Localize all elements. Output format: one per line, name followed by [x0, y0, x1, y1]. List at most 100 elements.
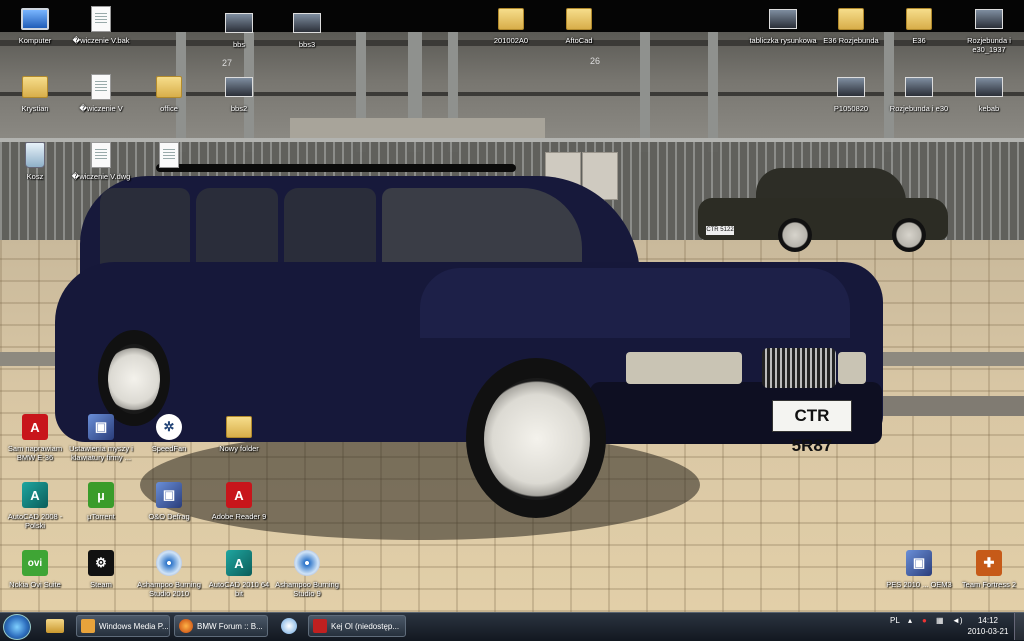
desktop-icon-label: Rozjebunda i e30_1937: [967, 36, 1011, 54]
desktop-icon-rozjebunda-e30[interactable]: Rozjebunda i e30: [884, 72, 954, 113]
desktop-icon-label: Ustawienia myszy i klawiatury firmy ...: [69, 444, 133, 462]
desktop-icon-utorrent[interactable]: µ µTorrent: [66, 480, 136, 521]
desktop-icon-label: bbs: [232, 40, 246, 49]
background-car-roof: [756, 168, 906, 202]
desktop-icon-autocad-2010[interactable]: A AutoCAD 2010 64 bit: [204, 548, 274, 598]
desktop-icon-e36[interactable]: E36: [884, 4, 954, 45]
desktop-icon-sam-naprawiam[interactable]: A Sam naprawiam BMW E-36: [0, 412, 70, 462]
stand-number: 27: [222, 58, 233, 68]
folder-icon: [836, 4, 866, 34]
pdf-icon: A: [20, 412, 50, 442]
desktop-icon-steam[interactable]: ⚙ Steam: [66, 548, 136, 589]
network-icon[interactable]: ▦: [936, 616, 944, 625]
desktop-icon-label: O&O Defrag: [148, 512, 190, 521]
desktop-icon-label: Nokia Ovi Suite: [9, 580, 61, 589]
desktop-icon-bbs[interactable]: bbs: [204, 8, 274, 49]
desktop-icon-o-o-defrag[interactable]: ▣ O&O Defrag: [134, 480, 204, 521]
background-car-plate: CTR 5122: [706, 226, 734, 235]
start-button[interactable]: [3, 614, 31, 640]
desktop-icon-cwiczenie-v[interactable]: �wiczenie V: [66, 72, 136, 113]
fan-icon: ✲: [154, 412, 184, 442]
desktop-icon-office[interactable]: office: [134, 72, 204, 113]
desktop-icon-label: Ashampoo Burning Studio 2010: [137, 580, 201, 598]
desktop-icon-label: AftoCad: [565, 36, 593, 45]
explorer-pin-icon[interactable]: [44, 616, 66, 636]
desktop-icon-kosz[interactable]: Kosz: [0, 140, 70, 181]
desktop-icon-komputer[interactable]: Komputer: [0, 4, 70, 45]
clock-date: 2010-03-21: [967, 627, 1009, 636]
desktop-icon-bbs3[interactable]: bbs3: [272, 8, 342, 49]
desktop-icon-label: SpeedFan: [151, 444, 187, 453]
desktop-icon-label: Komputer: [18, 36, 52, 45]
tray-app-icon[interactable]: ●: [922, 616, 927, 625]
desktop-icon-krystian[interactable]: Krystian: [0, 72, 70, 113]
desktop-icon-ashampoo-2010[interactable]: Ashampoo Burning Studio 2010: [134, 548, 204, 598]
taskbar-window-messenger[interactable]: Kej Ol (niedostęp...: [308, 615, 406, 637]
folder-icon: [20, 72, 50, 102]
ovi-icon: ovi: [20, 548, 50, 578]
disc-icon: [292, 548, 322, 578]
folder-icon: [224, 412, 254, 442]
taskbar-item-label: Windows Media P...: [99, 621, 169, 631]
desktop-icon-doc-a[interactable]: �wiczenie V.dwg: [66, 140, 136, 181]
img-icon: [224, 72, 254, 102]
desktop-icon-label: Ashampoo Burning Studio 9: [275, 580, 339, 598]
messenger-status-icon: [313, 619, 327, 633]
doc-icon: [86, 72, 116, 102]
autocad-icon: A: [20, 480, 50, 510]
desktop-icon-kebab[interactable]: kebab: [954, 72, 1024, 113]
desktop-icon-speedfan[interactable]: ✲ SpeedFan: [134, 412, 204, 453]
car-rim-front: [484, 378, 590, 500]
show-desktop-button[interactable]: [1014, 613, 1024, 640]
desktop-icon-adobe-reader[interactable]: A Adobe Reader 9: [204, 480, 274, 521]
utorrent-icon: µ: [86, 480, 116, 510]
desktop-icon-ashampoo-9[interactable]: Ashampoo Burning Studio 9: [272, 548, 342, 598]
desktop-icon-label: AutoCAD 2010 64 bit: [208, 580, 270, 598]
desktop-icon-p1050820[interactable]: P1050820: [816, 72, 886, 113]
desktop-icon-doc-b[interactable]: [134, 140, 204, 172]
trash-icon: [20, 140, 50, 170]
desktop-icon-201002a0[interactable]: 201002A0: [476, 4, 546, 45]
desktop-icon-label: PES 2010 ... OEM3: [886, 580, 952, 589]
desktop-icon-e36-rozjebunda[interactable]: E36 Rozjebunda: [816, 4, 886, 45]
taskbar-window-firefox[interactable]: BMW Forum :: B...: [174, 615, 268, 637]
clock[interactable]: 14:12 2010-03-21: [966, 615, 1010, 637]
desktop-icon-rozjebunda-e30-1937[interactable]: Rozjebunda i e30_1937: [954, 4, 1024, 54]
desktop-icon-label: E36: [912, 36, 926, 45]
desktop-icon-ustawienia[interactable]: ▣ Ustawienia myszy i klawiatury firmy ...: [66, 412, 136, 462]
desktop-icon-label: AutoCAD 2008 - Polski: [7, 512, 63, 530]
desktop-icon-label: �wiczenie V.dwg: [71, 172, 131, 181]
img-icon: [836, 72, 866, 102]
tf2-icon: ✚: [974, 548, 1004, 578]
img-icon: [974, 4, 1004, 34]
pc-icon: [20, 4, 50, 34]
desktop-icon-tabliczka[interactable]: tabliczka rysunkowa: [748, 4, 818, 45]
license-plate: CTR 5R87: [772, 400, 852, 455]
desktop-icon-autocad[interactable]: AftoCad: [544, 4, 614, 45]
doc-icon: [86, 140, 116, 170]
background-car-wheel: [778, 218, 812, 252]
desktop-icon-autocad-2008[interactable]: A AutoCAD 2008 - Polski: [0, 480, 70, 530]
desktop-icon-label: �wiczenie V: [79, 104, 123, 113]
stadium-beam: [708, 32, 718, 152]
desktop-icon-cwiczenie-v-bak[interactable]: �wiczenie V.bak: [66, 4, 136, 45]
img-icon: [904, 72, 934, 102]
desktop-icon-nowy-folder[interactable]: Nowy folder: [204, 412, 274, 453]
desktop-icon-pes[interactable]: ▣ PES 2010 ... OEM3: [884, 548, 954, 589]
desktop-icon-team-fortress[interactable]: ✚ Team Fortress 2: [954, 548, 1024, 589]
language-indicator[interactable]: PL: [890, 616, 900, 625]
messenger-pin-icon[interactable]: [278, 616, 300, 636]
taskbar-window-media-player[interactable]: Windows Media P...: [76, 615, 170, 637]
desktop-icon-bbs2[interactable]: bbs2: [204, 72, 274, 113]
folder-icon: [154, 72, 184, 102]
desktop-icon-label: Team Fortress 2: [961, 580, 1017, 589]
media-player-icon: [81, 619, 95, 633]
desktop-icon-label: Steam: [90, 580, 112, 589]
tray-arrow-icon[interactable]: ▴: [908, 616, 912, 625]
taskbar-item-label: BMW Forum :: B...: [197, 621, 263, 631]
firefox-icon: [179, 619, 193, 633]
desktop-icon-label: 201002A0: [493, 36, 529, 45]
desktop-icon-label: Nowy folder: [219, 444, 259, 453]
desktop-icon-nokia-ovi[interactable]: ovi Nokia Ovi Suite: [0, 548, 70, 589]
volume-icon[interactable]: ◄): [952, 616, 963, 625]
